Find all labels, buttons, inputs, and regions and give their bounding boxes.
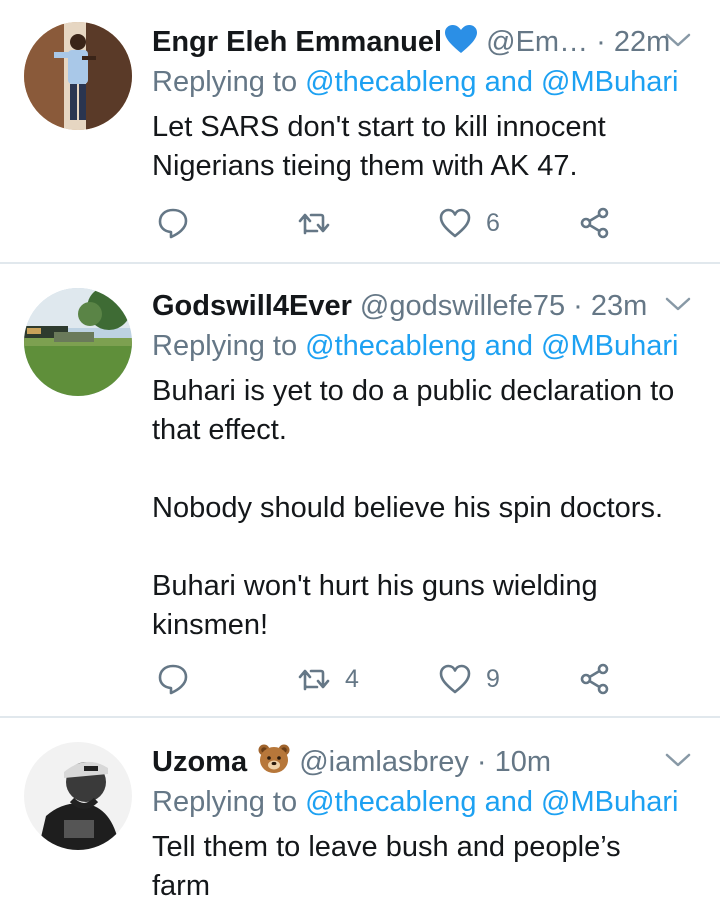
- tweet-actions: 4 9: [152, 659, 622, 699]
- heart-icon: [439, 208, 471, 238]
- timestamp[interactable]: · 10m: [477, 746, 551, 778]
- user-handle[interactable]: @iamlasbrey: [299, 746, 469, 778]
- tweet-text: Buhari is yet to do a public declaration…: [152, 375, 675, 641]
- reply-button[interactable]: [156, 203, 204, 243]
- retweet-button[interactable]: 4: [297, 659, 359, 699]
- like-button[interactable]: 6: [438, 203, 500, 243]
- avatar[interactable]: [24, 742, 132, 850]
- tweet-text: Let SARS don't start to kill innocent Ni…: [152, 111, 606, 182]
- share-button[interactable]: [578, 203, 612, 243]
- user-handle[interactable]: @Em…: [486, 26, 588, 58]
- mention-link[interactable]: @thecableng: [305, 786, 476, 818]
- mention-link[interactable]: @thecableng: [305, 66, 476, 98]
- chevron-down-icon[interactable]: [664, 30, 692, 50]
- tweet-header: Uzoma @iamlasbrey · 10m: [152, 742, 692, 782]
- display-name[interactable]: Engr Eleh Emmanuel: [152, 26, 442, 58]
- replying-to: Replying to @thecableng and @MBuhari: [152, 330, 679, 362]
- avatar[interactable]: [24, 22, 132, 130]
- display-name[interactable]: Uzoma: [152, 746, 247, 778]
- chevron-down-icon[interactable]: [664, 294, 692, 314]
- reply-icon: [158, 664, 188, 695]
- tweet-actions: 6: [152, 203, 622, 243]
- avatar[interactable]: [24, 288, 132, 396]
- mention-link[interactable]: @MBuhari: [541, 786, 678, 818]
- mention-link[interactable]: @thecableng: [305, 330, 476, 362]
- retweet-icon: [298, 669, 330, 691]
- blue-heart-icon: [444, 24, 478, 65]
- timestamp[interactable]: · 22m: [596, 26, 670, 58]
- bear-face-icon: [257, 742, 291, 785]
- share-icon: [580, 207, 609, 239]
- tweet[interactable]: Uzoma @iamlasbrey · 10m Replying to @the…: [0, 718, 720, 902]
- timestamp[interactable]: · 23m: [573, 290, 647, 322]
- retweet-button[interactable]: [297, 203, 345, 243]
- share-icon: [580, 663, 609, 695]
- replying-to: Replying to @thecableng and @MBuhari: [152, 66, 679, 98]
- reply-button[interactable]: [156, 659, 204, 699]
- like-button[interactable]: 9: [438, 659, 500, 699]
- tweet-header: Engr Eleh Emmanuel @Em… · 22m: [152, 22, 692, 62]
- replying-to: Replying to @thecableng and @MBuhari: [152, 786, 679, 818]
- tweet[interactable]: Engr Eleh Emmanuel @Em… · 22m Replying t…: [0, 0, 720, 262]
- tweet-header: Godswill4Ever @godswillefe75 · 23m: [152, 286, 692, 326]
- mention-link[interactable]: @MBuhari: [541, 330, 678, 362]
- retweet-icon: [298, 213, 330, 235]
- display-name[interactable]: Godswill4Ever: [152, 290, 352, 322]
- heart-icon: [439, 664, 471, 694]
- chevron-down-icon[interactable]: [664, 750, 692, 770]
- reply-icon: [158, 208, 188, 239]
- tweet[interactable]: Godswill4Ever @godswillefe75 · 23m Reply…: [0, 264, 720, 716]
- user-handle[interactable]: @godswillefe75: [360, 290, 565, 322]
- mention-link[interactable]: @MBuhari: [541, 66, 678, 98]
- tweet-text: Tell them to leave bush and people’s far…: [152, 831, 621, 902]
- share-button[interactable]: [578, 659, 612, 699]
